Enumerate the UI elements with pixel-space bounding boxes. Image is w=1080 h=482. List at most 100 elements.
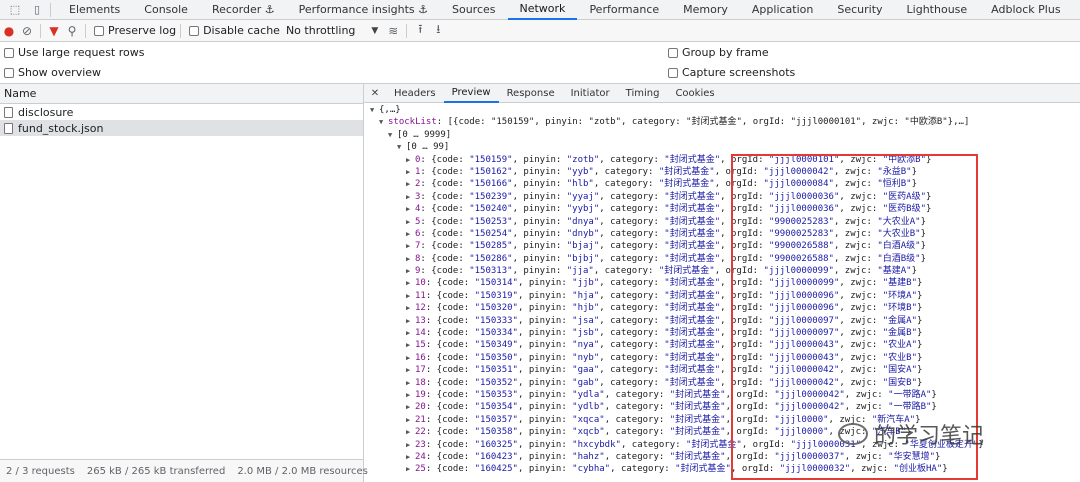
json-row[interactable]: ▶ 18: {code: "150352", pinyin: "gab", cat… (364, 377, 1080, 389)
close-icon[interactable]: ✕ (364, 88, 386, 99)
tab-response[interactable]: Response (499, 84, 563, 103)
json-row[interactable]: ▶ 6: {code: "150254", pinyin: "dnyb", cat… (364, 228, 1080, 240)
json-row[interactable]: ▶ 3: {code: "150239", pinyin: "yyaj", cat… (364, 191, 1080, 203)
expand-triangle-icon[interactable]: ▶ (406, 178, 415, 190)
tab-performance[interactable]: Performance (577, 0, 671, 20)
tab-console[interactable]: Console (132, 0, 200, 20)
expand-triangle-icon[interactable]: ▶ (406, 277, 415, 289)
tab-headers[interactable]: Headers (386, 84, 444, 103)
expand-triangle-icon[interactable]: ▶ (406, 364, 415, 376)
stocklist-line[interactable]: ▼ stockList: [{code: "150159", pinyin: "z… (364, 116, 1080, 128)
json-row[interactable]: ▶ 20: {code: "150354", pinyin: "ydlb", ca… (364, 401, 1080, 413)
json-root-line[interactable]: ▼ {,…} (364, 104, 1080, 116)
capture-screenshots-checkbox[interactable]: Capture screenshots (668, 66, 795, 79)
network-conditions-icon[interactable]: ≋ (384, 24, 402, 38)
inspect-element-icon[interactable]: ⬚ (8, 3, 22, 17)
group-by-frame-checkbox[interactable]: Group by frame (668, 46, 769, 59)
tab-lighthouse[interactable]: Lighthouse (895, 0, 980, 20)
checkbox-box[interactable] (189, 25, 200, 36)
json-row[interactable]: ▶ 13: {code: "150333", pinyin: "jsa", cat… (364, 315, 1080, 327)
expand-triangle-icon[interactable]: ▶ (406, 203, 415, 215)
expand-triangle-icon[interactable]: ▼ (379, 116, 388, 128)
expand-triangle-icon[interactable]: ▶ (406, 166, 415, 178)
request-row[interactable]: fund_stock.json (0, 120, 363, 136)
expand-triangle-icon[interactable]: ▶ (406, 352, 415, 364)
json-row[interactable]: ▶ 7: {code: "150285", pinyin: "bjaj", cat… (364, 240, 1080, 252)
json-row[interactable]: ▶ 1: {code: "150162", pinyin: "yyb", cate… (364, 166, 1080, 178)
checkbox-box[interactable] (4, 67, 14, 78)
import-har-icon[interactable]: ⭱ (411, 20, 429, 41)
preserve-log-checkbox[interactable]: Preserve log (94, 24, 176, 37)
expand-triangle-icon[interactable]: ▶ (406, 414, 415, 426)
expand-triangle-icon[interactable]: ▶ (406, 389, 415, 401)
tab-recorder[interactable]: Recorder ⚓ (200, 0, 287, 20)
throttling-select[interactable]: No throttling ▼ (286, 24, 378, 37)
tab-timing[interactable]: Timing (618, 84, 668, 103)
expand-triangle-icon[interactable]: ▶ (406, 377, 415, 389)
json-row[interactable]: ▶ 0: {code: "150159", pinyin: "zotb", cat… (364, 154, 1080, 166)
tab-adblock-plus[interactable]: Adblock Plus (979, 0, 1072, 20)
json-row[interactable]: ▶ 15: {code: "150349", pinyin: "nya", cat… (364, 339, 1080, 351)
large-rows-checkbox[interactable]: Use large request rows (4, 46, 144, 59)
search-icon[interactable]: ⚲ (63, 24, 81, 38)
tab-sources[interactable]: Sources (440, 0, 508, 20)
json-row[interactable]: ▶ 25: {code: "160425", pinyin: "cybha", c… (364, 463, 1080, 475)
expand-triangle-icon[interactable]: ▶ (406, 426, 415, 438)
record-icon[interactable]: ● (0, 24, 18, 38)
expand-triangle-icon[interactable]: ▶ (406, 191, 415, 203)
tab-memory[interactable]: Memory (671, 0, 740, 20)
expand-triangle-icon[interactable]: ▼ (388, 129, 397, 141)
checkbox-box[interactable] (94, 25, 104, 36)
json-row[interactable]: ▶ 5: {code: "150253", pinyin: "dnya", cat… (364, 216, 1080, 228)
tab-elements[interactable]: Elements (57, 0, 132, 20)
request-row[interactable]: disclosure (0, 104, 363, 120)
checkbox-box[interactable] (4, 47, 14, 58)
filter-icon[interactable]: ▼ (45, 24, 63, 38)
expand-triangle-icon[interactable]: ▶ (406, 339, 415, 351)
json-row[interactable]: ▶ 19: {code: "150353", pinyin: "ydla", ca… (364, 389, 1080, 401)
json-row[interactable]: ▶ 10: {code: "150314", pinyin: "jjb", cat… (364, 277, 1080, 289)
expand-triangle-icon[interactable]: ▶ (406, 216, 415, 228)
json-row[interactable]: ▶ 8: {code: "150286", pinyin: "bjbj", cat… (364, 253, 1080, 265)
expand-triangle-icon[interactable]: ▶ (406, 327, 415, 339)
expand-triangle-icon[interactable]: ▶ (406, 240, 415, 252)
device-toolbar-icon[interactable]: ▯ (30, 3, 44, 17)
expand-triangle-icon[interactable]: ▶ (406, 265, 415, 277)
expand-triangle-icon[interactable]: ▶ (406, 154, 415, 166)
range-outer-line[interactable]: ▼ [0 … 9999] (364, 129, 1080, 141)
tab-application[interactable]: Application (740, 0, 825, 20)
json-row[interactable]: ▶ 9: {code: "150313", pinyin: "jja", cate… (364, 265, 1080, 277)
tab-performance-insights[interactable]: Performance insights ⚓ (287, 0, 440, 20)
expand-triangle-icon[interactable]: ▼ (397, 141, 406, 153)
name-column-header[interactable]: Name (0, 84, 363, 104)
show-overview-checkbox[interactable]: Show overview (4, 66, 101, 79)
tab-network[interactable]: Network (507, 0, 578, 20)
expand-triangle-icon[interactable]: ▶ (406, 401, 415, 413)
expand-triangle-icon[interactable]: ▶ (406, 302, 415, 314)
expand-triangle-icon[interactable]: ▶ (406, 290, 415, 302)
disable-cache-checkbox[interactable]: Disable cache (189, 24, 280, 37)
checkbox-box[interactable] (668, 47, 678, 58)
clear-icon[interactable]: ⊘ (18, 24, 36, 38)
expand-triangle-icon[interactable]: ▶ (406, 228, 415, 240)
json-row[interactable]: ▶ 17: {code: "150351", pinyin: "gaa", cat… (364, 364, 1080, 376)
checkbox-box[interactable] (668, 67, 678, 78)
expand-triangle-icon[interactable]: ▶ (406, 253, 415, 265)
expand-triangle-icon[interactable]: ▶ (406, 315, 415, 327)
expand-triangle-icon[interactable]: ▶ (406, 451, 415, 463)
json-row[interactable]: ▶ 12: {code: "150320", pinyin: "hjb", cat… (364, 302, 1080, 314)
tab-cookies[interactable]: Cookies (667, 84, 722, 103)
expand-triangle-icon[interactable]: ▶ (406, 463, 415, 475)
json-row[interactable]: ▶ 14: {code: "150334", pinyin: "jsb", cat… (364, 327, 1080, 339)
expand-triangle-icon[interactable]: ▶ (406, 439, 415, 451)
expand-triangle-icon[interactable]: ▼ (370, 104, 379, 116)
json-row[interactable]: ▶ 24: {code: "160423", pinyin: "hahz", ca… (364, 451, 1080, 463)
tab-security[interactable]: Security (825, 0, 894, 20)
tab-preview[interactable]: Preview (443, 84, 499, 103)
json-row[interactable]: ▶ 4: {code: "150240", pinyin: "yybj", cat… (364, 203, 1080, 215)
json-row[interactable]: ▶ 2: {code: "150166", pinyin: "hlb", cate… (364, 178, 1080, 190)
range-inner-line[interactable]: ▼ [0 … 99] (364, 141, 1080, 153)
export-har-icon[interactable]: ⭳ (429, 20, 447, 41)
json-row[interactable]: ▶ 11: {code: "150319", pinyin: "hja", cat… (364, 290, 1080, 302)
json-row[interactable]: ▶ 16: {code: "150350", pinyin: "nyb", cat… (364, 352, 1080, 364)
